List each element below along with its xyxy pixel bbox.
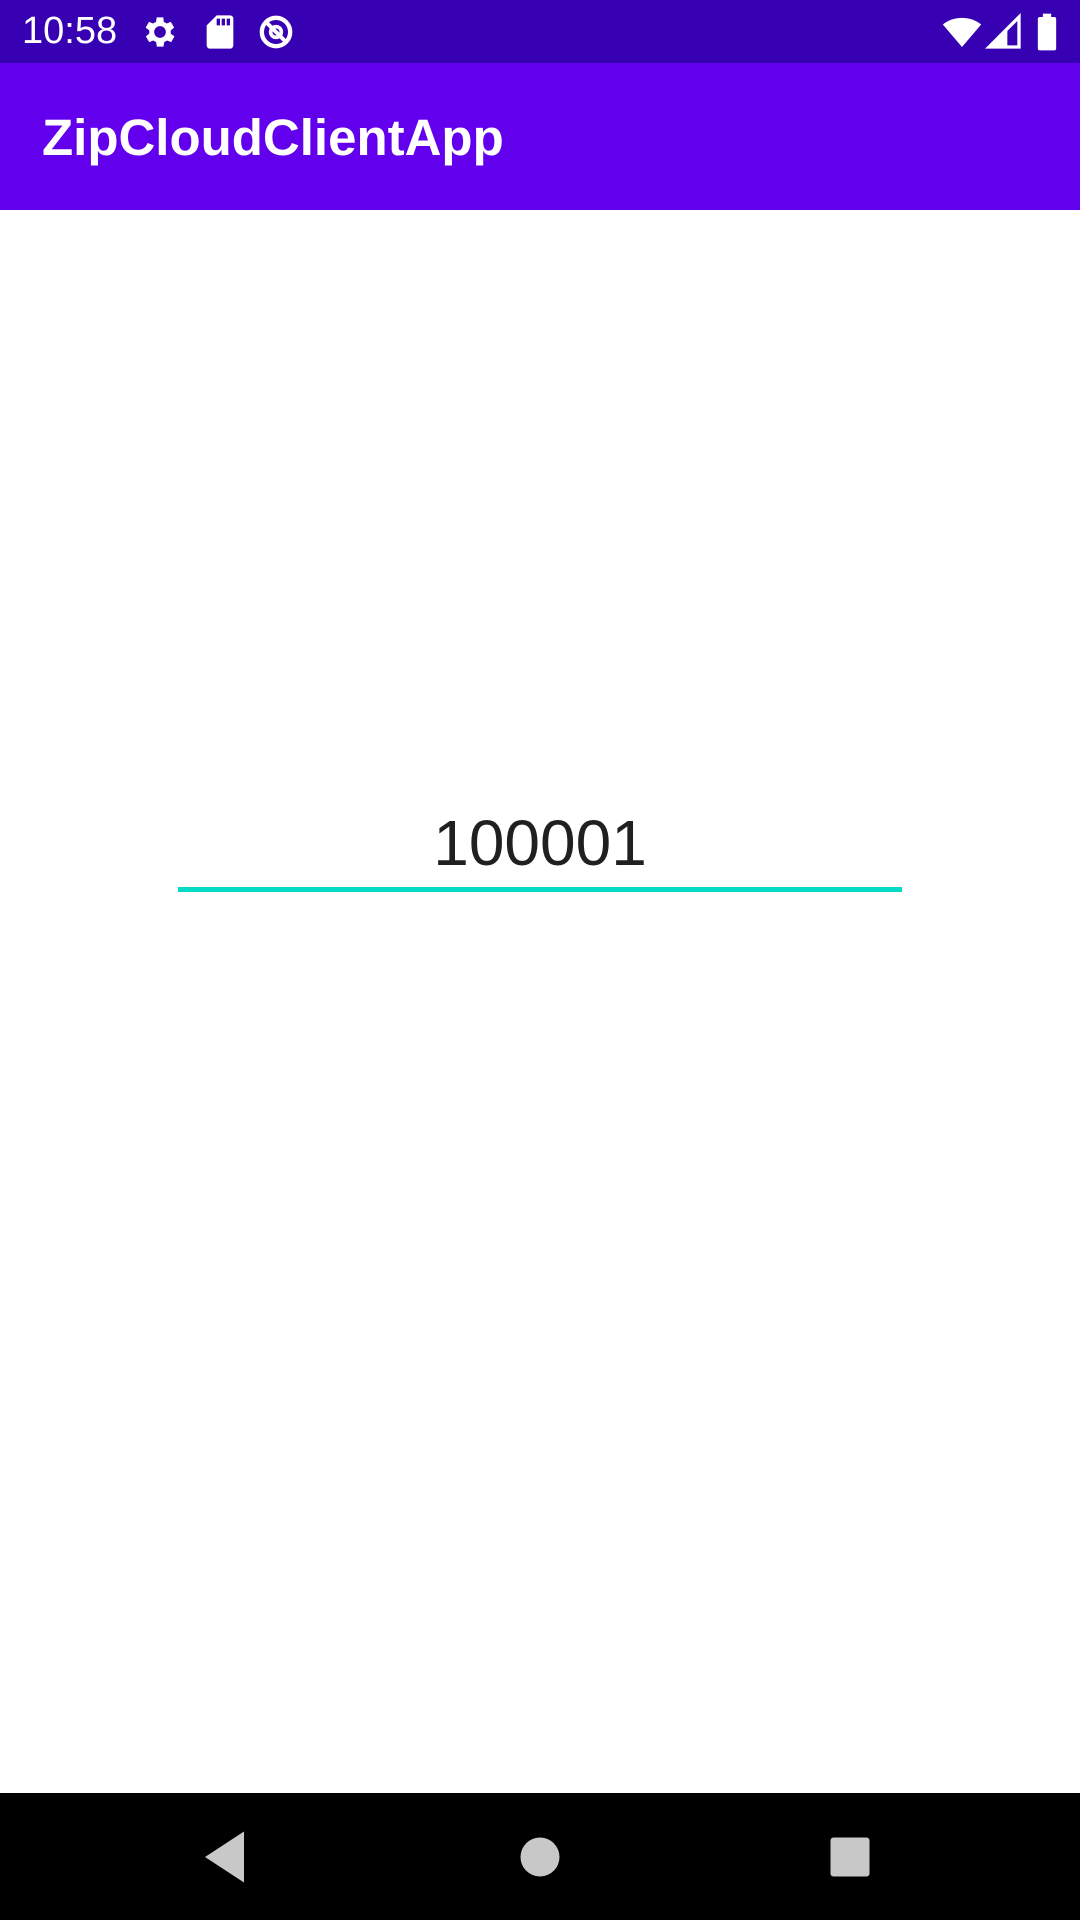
wifi-icon (942, 12, 982, 52)
zip-input-underline (178, 887, 902, 892)
navigation-bar (0, 1793, 1080, 1920)
sd-card-icon (200, 12, 240, 52)
zip-code-input[interactable] (178, 780, 902, 892)
status-time: 10:58 (22, 10, 118, 52)
data-saver-icon (256, 12, 296, 52)
zip-code-field[interactable] (178, 780, 902, 892)
status-bar: 10:58 (0, 0, 1080, 63)
app-title: ZipCloudClientApp (42, 109, 504, 166)
battery-icon (1030, 12, 1064, 52)
back-icon[interactable] (190, 1821, 262, 1893)
screen: 10:58 ZipCloudClientApp (0, 0, 1080, 1920)
main-content (0, 210, 1080, 1793)
cellular-signal-icon (984, 12, 1024, 52)
gear-icon (140, 12, 180, 52)
recents-icon[interactable] (814, 1821, 886, 1893)
home-icon[interactable] (504, 1821, 576, 1893)
app-bar: ZipCloudClientApp (0, 63, 1080, 210)
